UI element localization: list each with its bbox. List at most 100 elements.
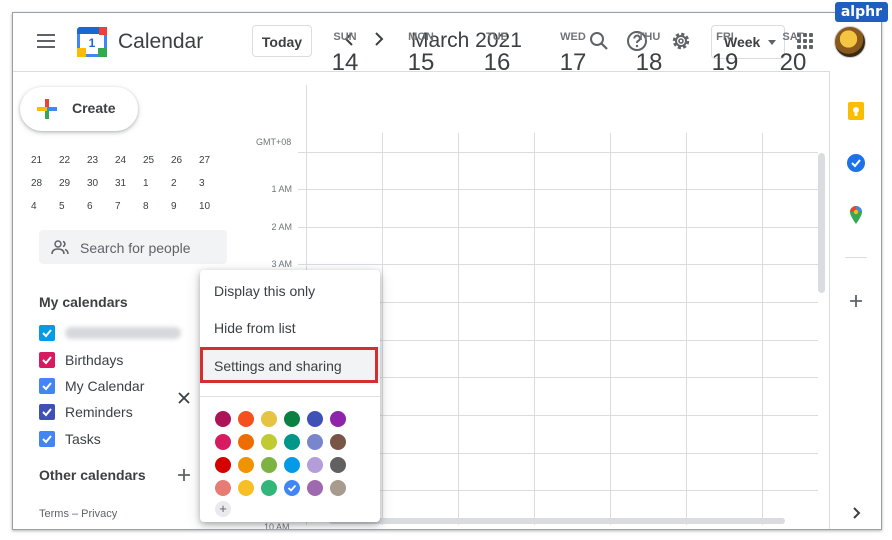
day-header-wed[interactable]: WED 17 [535,31,611,77]
color-swatch[interactable] [261,434,277,450]
add-addon-icon[interactable] [846,291,866,311]
plus-icon [37,99,57,119]
mini-day[interactable]: 6 [87,201,115,224]
day-header-sat[interactable]: SAT 20 [763,31,823,77]
day-date[interactable]: 17 [535,49,611,77]
color-swatch[interactable] [215,480,231,496]
checkbox-checked-icon[interactable] [39,404,55,420]
grid-line [298,152,818,153]
mini-day[interactable]: 2 [171,178,199,201]
mini-day[interactable]: 26 [171,155,199,178]
day-name: WED [560,31,586,43]
checkbox-checked-icon[interactable] [39,325,55,341]
color-swatch[interactable] [307,480,323,496]
create-button[interactable]: Create [20,87,138,131]
create-label: Create [72,100,116,116]
mini-day[interactable]: 9 [171,201,199,224]
main-menu-icon[interactable] [37,34,55,52]
mini-day[interactable]: 7 [115,201,143,224]
color-swatch[interactable] [215,434,231,450]
color-swatch[interactable] [238,480,254,496]
color-swatch[interactable] [284,411,300,427]
color-swatch[interactable] [261,480,277,496]
color-swatch[interactable] [238,434,254,450]
color-swatch[interactable] [330,411,346,427]
color-swatch[interactable] [238,411,254,427]
mini-day[interactable]: 21 [31,155,59,178]
day-header-mon[interactable]: MON 15 [383,31,459,77]
today-button[interactable]: Today [252,25,312,57]
alphr-watermark: alphr [834,2,888,22]
mini-day[interactable]: 10 [199,201,227,224]
grid-line [610,133,611,525]
color-swatch[interactable] [215,411,231,427]
color-swatch[interactable] [261,411,277,427]
mini-day[interactable]: 29 [59,178,87,201]
menu-item-display-only[interactable]: Display this only [200,272,380,308]
day-date[interactable]: 19 [687,49,763,77]
check-icon [287,484,297,492]
mini-day[interactable]: 27 [199,155,227,178]
calendar-options-menu: Display this only Hide from list Setting… [200,270,380,522]
day-header-fri[interactable]: FRI 19 [687,31,763,77]
mini-day[interactable]: 1 [143,178,171,201]
vertical-scrollbar[interactable] [818,153,825,293]
color-swatch[interactable] [307,411,323,427]
color-swatch[interactable] [330,480,346,496]
calendar-window: 1 Calendar Today March 2021 Week Create … [12,12,882,530]
color-swatch[interactable] [284,480,300,496]
checkbox-checked-icon[interactable] [39,431,55,447]
day-header-sun[interactable]: SUN 14 [307,31,383,77]
mini-day[interactable]: 30 [87,178,115,201]
mini-day[interactable]: 22 [59,155,87,178]
grid-line [686,133,687,525]
mini-day[interactable]: 5 [59,201,87,224]
chevron-right-panel-icon[interactable] [846,503,866,523]
color-swatch[interactable] [215,457,231,473]
day-header-thu[interactable]: THU 18 [611,31,687,77]
day-date[interactable]: 20 [763,49,823,77]
calendar-logo-icon: 1 [77,27,107,57]
color-swatch[interactable] [330,434,346,450]
mini-calendar-week: 4 5 6 7 8 9 10 [31,201,227,224]
mini-day[interactable]: 3 [199,178,227,201]
day-date[interactable]: 18 [611,49,687,77]
day-date[interactable]: 16 [459,49,535,77]
color-swatch[interactable] [238,457,254,473]
mini-day[interactable]: 8 [143,201,171,224]
mini-calendar-week: 21 22 23 24 25 26 27 [31,155,227,178]
checkbox-checked-icon[interactable] [39,378,55,394]
my-calendars-heading[interactable]: My calendars [39,294,128,310]
avatar[interactable] [834,26,866,58]
add-custom-color-button[interactable]: + [215,501,231,517]
hour-label-partial: 10 AM [264,522,290,530]
panel-divider [845,257,867,258]
mini-day[interactable]: 23 [87,155,115,178]
day-date[interactable]: 14 [307,49,383,77]
keep-icon[interactable] [846,101,866,121]
mini-day[interactable]: 28 [31,178,59,201]
close-icon[interactable] [177,391,191,410]
color-swatch[interactable] [307,457,323,473]
color-swatch[interactable] [284,434,300,450]
color-swatch[interactable] [330,457,346,473]
horizontal-scrollbar[interactable] [329,518,785,524]
mini-day[interactable]: 4 [31,201,59,224]
terms-privacy-link[interactable]: Terms – Privacy [39,508,117,520]
day-header-tue[interactable]: TUE 16 [459,31,535,77]
checkbox-checked-icon[interactable] [39,352,55,368]
mini-day[interactable]: 24 [115,155,143,178]
maps-icon[interactable] [846,205,866,225]
other-calendars-heading[interactable]: Other calendars [39,467,146,483]
add-other-calendar-icon[interactable] [177,465,191,488]
day-date[interactable]: 15 [383,49,459,77]
color-swatch[interactable] [307,434,323,450]
color-swatch[interactable] [261,457,277,473]
mini-day[interactable]: 25 [143,155,171,178]
search-people-field[interactable]: Search for people [39,230,227,264]
tasks-icon[interactable] [846,153,866,173]
mini-day[interactable]: 31 [115,178,143,201]
menu-item-hide[interactable]: Hide from list [200,309,380,345]
grid-line [382,133,383,525]
color-swatch[interactable] [284,457,300,473]
